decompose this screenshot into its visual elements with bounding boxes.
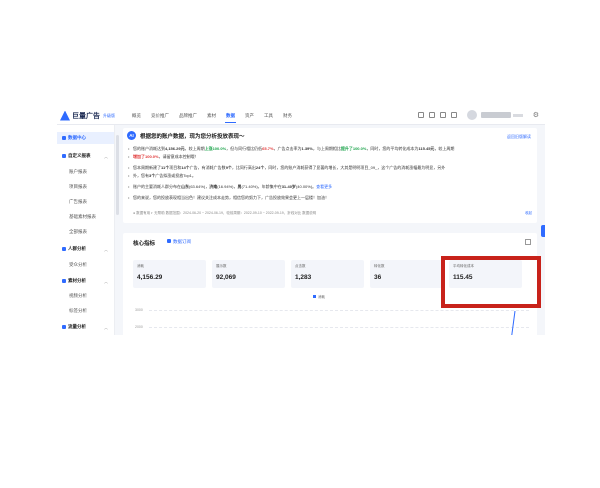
nav-tools[interactable]: 工具	[259, 107, 278, 124]
nav-assets[interactable]: 资产	[240, 107, 259, 124]
app-logo[interactable]: 巨量广告 升级版	[60, 110, 115, 121]
sidebar-scrollbar[interactable]	[116, 135, 119, 215]
series-line-spend	[511, 310, 516, 335]
top-bar: 巨量广告 升级版 概览 竞价推广 品牌推广 素材 数据 资产 工具 财务 ⚙	[57, 107, 545, 125]
chevron-up-icon[interactable]: ︿	[104, 279, 108, 285]
nav-creative[interactable]: 素材	[202, 107, 221, 124]
bell-icon[interactable]	[450, 112, 457, 118]
ai-insight-title: 根据您的账户数据，现为您分析投放表现～	[140, 133, 245, 140]
sidebar-item-data-center[interactable]: 数据中心	[62, 135, 86, 141]
nav-brand[interactable]: 品牌推广	[174, 107, 202, 124]
report-icon	[62, 153, 66, 158]
sidebar-group-creative[interactable]: 素材分析	[62, 278, 86, 284]
nav-bidding[interactable]: 竞价推广	[146, 107, 174, 124]
ai-insight-panel: AI 根据您的账户数据，现为您分析投放表现～ 返回旧版解读 您的账户消耗达到4,…	[123, 128, 537, 223]
old-version-link[interactable]: 返回旧版解读	[507, 134, 531, 140]
ai-icon: AI	[127, 131, 136, 140]
sidebar-item-label: 数据中心	[68, 135, 86, 140]
app-name: 巨量广告	[72, 112, 100, 120]
sidebar-item-audience-analysis[interactable]: 受众分析	[69, 262, 87, 268]
chevron-up-icon[interactable]: ︿	[104, 154, 108, 160]
avatar[interactable]	[466, 110, 477, 120]
sidebar-group-traffic[interactable]: 流量分析	[62, 324, 86, 330]
sidebar-item-account-report[interactable]: 账户报表	[69, 169, 87, 175]
see-more-link[interactable]: 查看更多	[316, 184, 332, 189]
nav-data[interactable]: 数据	[221, 107, 240, 124]
sidebar-item-project-report[interactable]: 项目报表	[69, 184, 87, 190]
nav-overview[interactable]: 概览	[127, 107, 146, 124]
account-name-blurred[interactable]	[480, 112, 511, 118]
chevron-up-icon[interactable]: ︿	[104, 247, 108, 253]
sidebar-item-label: 自定义报表	[68, 153, 91, 158]
traffic-icon	[62, 324, 66, 329]
side-float-tab[interactable]	[541, 225, 545, 237]
insight-line-summary: 您的来说，您的投放表现相当出色！建议关注成本走势，相信您的努力下，广告投放效果会…	[128, 195, 329, 201]
sidebar-group-audience[interactable]: 人群分析	[62, 246, 86, 252]
sidebar: 数据中心 自定义报表 ︿ 账户报表 项目报表 广告报表 基础素材报表 全部报表 …	[57, 125, 115, 335]
ai-insight-meta: ● 数据有用 ◐ 无帮助 数据范围：2024-06-20 ~ 2024-06-1…	[133, 211, 317, 215]
ai-insight-header: AI 根据您的账户数据，现为您分析投放表现～	[127, 131, 245, 140]
topbar-actions: ⚙	[413, 110, 539, 120]
collapse-link[interactable]: 收起	[525, 211, 532, 216]
highlight-box	[441, 256, 541, 308]
users-icon	[62, 246, 66, 251]
main-nav: 概览 竞价推广 品牌推广 素材 数据 资产 工具 财务	[127, 107, 297, 124]
sidebar-item-video-analysis[interactable]: 视频分析	[69, 293, 87, 299]
document-icon[interactable]	[428, 112, 435, 118]
sidebar-item-all-reports[interactable]: 全部报表	[69, 229, 87, 235]
sidebar-item-label: 素材分析	[68, 278, 86, 283]
sidebar-item-tag-analysis[interactable]: 标签分析	[69, 308, 87, 314]
sidebar-item-ad-report[interactable]: 广告报表	[69, 199, 87, 205]
chevron-up-icon[interactable]: ︿	[104, 325, 108, 331]
edition-badge: 升级版	[103, 112, 115, 118]
insight-line-ads-cont: 外，您有3个广告拟涨或投放Top1。	[128, 173, 196, 179]
sidebar-item-label: 流量分析	[68, 324, 86, 329]
sidebar-item-label: 人群分析	[68, 246, 86, 251]
gear-icon[interactable]: ⚙	[533, 111, 539, 119]
download-icon[interactable]	[439, 112, 446, 118]
message-icon[interactable]	[417, 112, 424, 118]
insight-line-spend: 您的账户消耗达到4,156.29元，较上周期上涨100.0%，但与同行相比仍低6…	[128, 146, 454, 152]
insight-line-spend-cont: 增加了100.0%，请留意成本控制哦！	[128, 154, 199, 160]
chart-icon	[62, 135, 66, 140]
logo-icon	[60, 110, 70, 121]
sidebar-group-custom-reports[interactable]: 自定义报表	[62, 153, 91, 159]
insight-line-ads: 您本周期新建了11个项目和14个广告，有消耗广告数9个，比同行高出24个，同时，…	[128, 165, 445, 171]
nav-finance[interactable]: 财务	[278, 107, 297, 124]
account-id-blurred	[512, 113, 523, 117]
image-icon	[62, 278, 66, 283]
sidebar-item-creative-report[interactable]: 基础素材报表	[69, 214, 96, 220]
insight-line-audience: 账户的主要消耗人群分布在山东(63.64%)，济南(16.94%)，男(71.4…	[128, 184, 332, 190]
